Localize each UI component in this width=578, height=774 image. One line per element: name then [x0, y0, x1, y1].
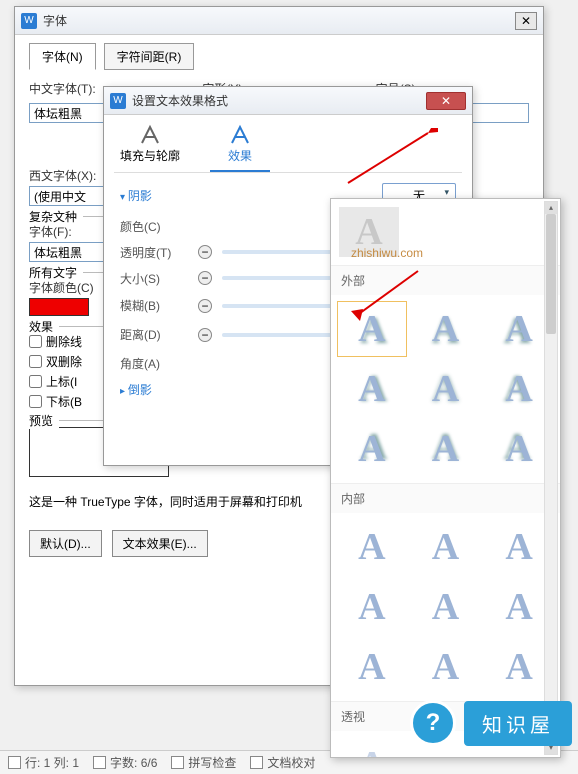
preset-outer-7[interactable]: A: [337, 421, 407, 477]
section-shadow[interactable]: 阴影: [120, 187, 152, 204]
preset-outer-4[interactable]: A: [337, 361, 407, 417]
scroll-thumb[interactable]: [546, 214, 556, 334]
font-color-swatch[interactable]: [29, 298, 89, 316]
chk-sub[interactable]: [29, 395, 42, 408]
complex-group-label: 复杂文种: [29, 208, 83, 225]
chk-dblstrike[interactable]: [29, 355, 42, 368]
site-logo: ? 知识屋: [410, 700, 572, 746]
preset-inner-2[interactable]: A: [411, 519, 481, 575]
preset-outer-1[interactable]: A: [337, 301, 407, 357]
allchar-group-label: 所有文字: [29, 264, 83, 281]
default-button[interactable]: 默认(D)...: [29, 530, 102, 557]
minus-button[interactable]: −: [198, 245, 212, 259]
preset-inner-1[interactable]: A: [337, 519, 407, 575]
preset-inner-8[interactable]: A: [411, 639, 481, 695]
app-icon: W: [110, 93, 126, 109]
preset-section-outer: 外部: [331, 265, 560, 295]
tab-fill-outline[interactable]: 填充与轮廓: [120, 123, 180, 172]
font-f-input[interactable]: [29, 242, 109, 262]
minus-button[interactable]: −: [198, 328, 212, 342]
minus-button[interactable]: −: [198, 271, 212, 285]
preset-persp-1[interactable]: A: [337, 737, 407, 758]
fx-dialog-titlebar: W 设置文本效果格式 ✕: [104, 87, 472, 115]
preset-inner-4[interactable]: A: [337, 579, 407, 635]
logo-text: 知识屋: [464, 701, 572, 746]
close-icon[interactable]: ✕: [515, 12, 537, 30]
status-spellcheck[interactable]: 拼写检查: [171, 754, 236, 771]
fx-group-label: 效果: [29, 318, 59, 335]
label-transparency: 透明度(T): [120, 244, 190, 261]
scroll-up-icon[interactable]: ▴: [545, 202, 557, 214]
label-size: 大小(S): [120, 270, 190, 287]
preset-inner-5[interactable]: A: [411, 579, 481, 635]
label-distance: 距离(D): [120, 326, 190, 343]
status-proof[interactable]: 文档校对: [250, 754, 315, 771]
status-wordcount[interactable]: 字数: 6/6: [93, 754, 157, 771]
watermark: zhishiwu.com: [351, 246, 423, 260]
preset-outer-5[interactable]: A: [411, 361, 481, 417]
close-icon[interactable]: ✕: [426, 92, 466, 110]
font-dialog-titlebar: W 字体 ✕: [15, 7, 543, 35]
preset-outer-2[interactable]: A: [411, 301, 481, 357]
preset-section-inner: 内部: [331, 483, 560, 513]
preset-scrollbar[interactable]: ▴ ▾: [544, 201, 558, 755]
chk-super[interactable]: [29, 375, 42, 388]
preset-inner-7[interactable]: A: [337, 639, 407, 695]
tab-spacing[interactable]: 字符间距(R): [104, 43, 195, 70]
chk-strike[interactable]: [29, 335, 42, 348]
status-position: 行: 1 列: 1: [8, 754, 79, 771]
app-icon: W: [21, 13, 37, 29]
minus-button[interactable]: −: [198, 299, 212, 313]
font-dialog-title: 字体: [43, 12, 511, 29]
fx-dialog-title: 设置文本效果格式: [132, 92, 426, 109]
label-color: 颜色(C): [120, 218, 190, 235]
label-angle: 角度(A): [120, 355, 190, 372]
logo-icon: ?: [410, 700, 456, 746]
shadow-preset-popup: A 外部 A A A A A A A A A 内部 A A A A A A A …: [330, 198, 561, 758]
preset-outer-8[interactable]: A: [411, 421, 481, 477]
tab-font[interactable]: 字体(N): [29, 43, 96, 70]
west-font-input[interactable]: [29, 186, 109, 206]
text-effect-button[interactable]: 文本效果(E)...: [112, 530, 208, 557]
tab-effects[interactable]: 效果: [210, 123, 270, 172]
preview-label: 预览: [29, 412, 59, 429]
label-blur: 模糊(B): [120, 297, 190, 314]
